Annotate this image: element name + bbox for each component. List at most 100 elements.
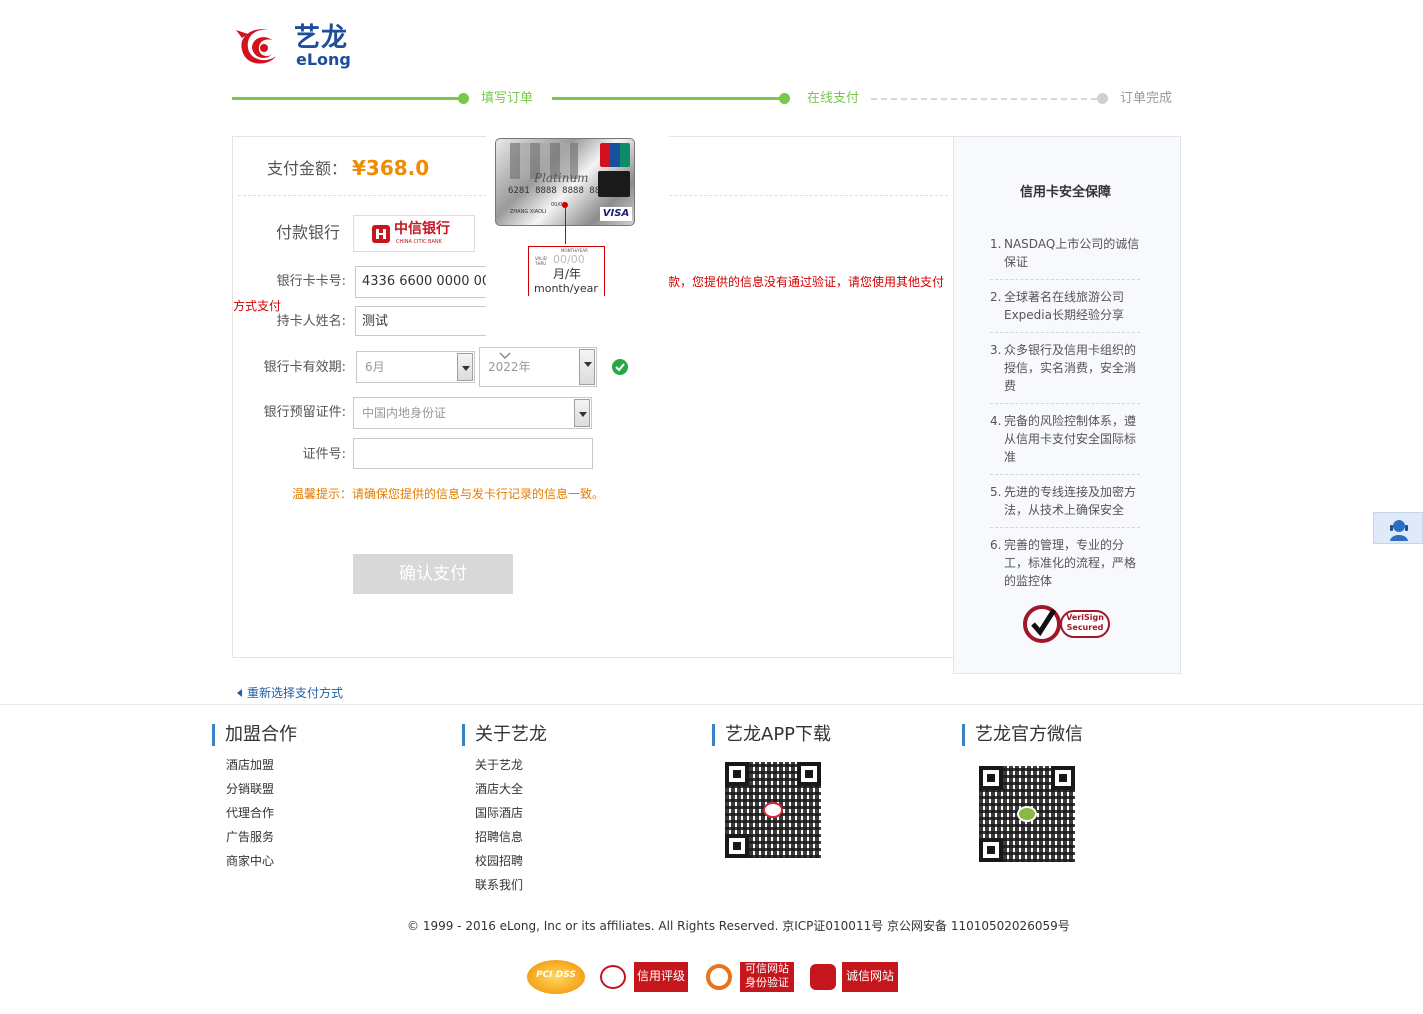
logo-cn-text: 艺龙 [294, 23, 349, 53]
chevron-down-icon [574, 399, 590, 427]
chevron-down-icon [499, 352, 511, 360]
qr-corner [979, 838, 1003, 862]
month-year-cn: 月/年 [553, 267, 582, 281]
footer-link[interactable]: 商家中心 [226, 849, 274, 873]
visa-logo: VISA [600, 207, 632, 221]
card-brand: Platinum [534, 171, 589, 185]
chevron-down-icon [457, 353, 473, 381]
verisign-badge[interactable]: VeriSign Secured [1020, 600, 1112, 650]
footer-title-wechat: 艺龙官方微信 [962, 724, 1083, 746]
step-label-3: 订单完成 [1120, 91, 1173, 106]
amount-value: ¥368.0 [352, 156, 430, 180]
expiry-year-select[interactable]: 2022年 [479, 347, 597, 387]
reselect-payment-link[interactable]: 重新选择支付方式 [247, 685, 343, 701]
verisign-line2: Secured [1066, 623, 1104, 632]
tooltip-pointer-line [565, 204, 566, 244]
footer-title-about: 关于艺龙 [462, 724, 547, 746]
check-ok-icon [612, 359, 628, 375]
chevron-down-icon [579, 349, 595, 385]
qr-corner [797, 762, 821, 786]
valid-caption: VALID THRU [535, 256, 547, 266]
security-item: 2. 全球著名在线旅游公司Expedia长期经验分享 [990, 288, 1140, 333]
qr-corner [725, 834, 749, 858]
footer-divider [0, 704, 1423, 705]
expiry-year-value: 2022年 [488, 360, 531, 374]
trusted-site-badge[interactable]: 可信网站 身份验证 [706, 962, 794, 992]
footer-title-app: 艺龙APP下载 [712, 724, 831, 746]
security-item-text: 先进的专线连接及加密方法，从技术上确保安全 [1004, 485, 1137, 517]
footer-link[interactable]: 联系我们 [475, 873, 523, 897]
confirm-pay-button[interactable]: 确认支付 [353, 554, 513, 594]
app-qr-code [725, 762, 821, 858]
chevron-left-icon [237, 689, 242, 697]
tip-text: 温馨提示：请确保您提供的信息与发卡行记录的信息一致。 [292, 487, 605, 501]
expiry-month-select[interactable]: 6月 [356, 351, 475, 383]
footer-link[interactable]: 招聘信息 [475, 825, 523, 849]
card-holder-name: ZHANG XIAOLI [510, 209, 547, 215]
footer-links-join: 酒店加盟 分销联盟 代理合作 广告服务 商家中心 [226, 753, 274, 873]
footer-link[interactable]: 关于艺龙 [475, 753, 523, 777]
security-item: 3. 众多银行及信用卡组织的授信，实名消费，安全消费 [990, 341, 1140, 404]
valid-date-large: 00/00 [553, 253, 585, 266]
elong-logo-icon[interactable] [234, 22, 290, 70]
step-dot-1 [458, 93, 469, 104]
unionpay-logo-icon [600, 143, 630, 167]
bank-name: 中信银行 [394, 221, 450, 237]
trusted-site-icon [706, 964, 732, 990]
footer-links-about: 关于艺龙 酒店大全 国际酒店 招聘信息 校园招聘 联系我们 [475, 753, 523, 897]
trusted-site-text: 可信网站 身份验证 [740, 962, 794, 992]
step-line-1 [232, 97, 462, 100]
verisign-line1: VeriSign [1066, 613, 1104, 622]
footer-link[interactable]: 酒店大全 [475, 777, 523, 801]
credit-rating-label: 信用评级 [634, 962, 688, 992]
qr-corner [725, 762, 749, 786]
footer-link[interactable]: 国际酒店 [475, 801, 523, 825]
bank-logo[interactable]: 中信银行 CHINA CITIC BANK [353, 215, 475, 252]
customer-service-button[interactable] [1373, 512, 1423, 544]
security-item-number: 5. [990, 485, 1002, 499]
integrity-site-badge[interactable]: 诚信网站 [810, 962, 898, 992]
credit-rating-badge[interactable]: 信用评级 [600, 962, 688, 992]
security-item-text: 众多银行及信用卡组织的授信，实名消费，安全消费 [1004, 343, 1137, 393]
step-line-2 [552, 97, 784, 100]
footer-link[interactable]: 校园招聘 [475, 849, 523, 873]
card-no-input[interactable]: 4336 6600 0000 000 [355, 266, 486, 298]
footer-link[interactable]: 代理合作 [226, 801, 274, 825]
id-no-label: 证件号: [302, 447, 346, 462]
step-dot-2 [779, 93, 790, 104]
security-item-text: 完备的风险控制体系，遵从信用卡支付安全国际标准 [1004, 414, 1137, 464]
bank-label: 付款银行 [276, 223, 341, 242]
holder-input[interactable]: 测试 [355, 306, 486, 336]
copyright: © 1999 - 2016 eLong, Inc or its affiliat… [407, 919, 1070, 933]
security-item-number: 1. [990, 237, 1002, 251]
step-line-3 [871, 98, 1097, 100]
step-label-2: 在线支付 [807, 91, 860, 106]
holder-label: 持卡人姓名: [276, 314, 346, 329]
integrity-site-icon [810, 964, 836, 990]
security-panel [953, 136, 1181, 674]
footer-link[interactable]: 酒店加盟 [226, 753, 274, 777]
integrity-site-label: 诚信网站 [842, 962, 898, 992]
amount-label: 支付金额： [267, 159, 348, 178]
id-type-select[interactable]: 中国内地身份证 [353, 397, 592, 429]
security-item: 5. 先进的专线连接及加密方法，从技术上确保安全 [990, 483, 1140, 528]
security-item-number: 3. [990, 343, 1002, 357]
qr-corner [1051, 766, 1075, 790]
error-message: 款，您提供的信息没有通过验证，请您使用其他支付 [668, 275, 945, 289]
card-tooltip: Platinum 6281 8888 8888 8888 00/00 ZHANG… [486, 136, 669, 296]
id-no-input[interactable] [353, 438, 593, 469]
verisign-seal: VeriSign Secured [1060, 610, 1110, 638]
wechat-qr-code [979, 766, 1075, 862]
step-dot-3 [1097, 93, 1108, 104]
security-title: 信用卡安全保障 [1020, 185, 1112, 200]
expiry-label: 银行卡有效期: [263, 360, 346, 375]
wechat-mini-logo-icon [1017, 806, 1037, 822]
citic-bank-icon [372, 225, 390, 243]
footer-link[interactable]: 分销联盟 [226, 777, 274, 801]
pci-dss-badge[interactable]: PCI DSS [527, 960, 585, 994]
footer-link[interactable]: 广告服务 [226, 825, 274, 849]
verisign-check-icon [1023, 605, 1061, 643]
tooltip-pointer-dot [562, 202, 568, 208]
security-item-text: 全球著名在线旅游公司Expedia长期经验分享 [1004, 290, 1125, 322]
logo-en-text: eLong [296, 50, 351, 69]
